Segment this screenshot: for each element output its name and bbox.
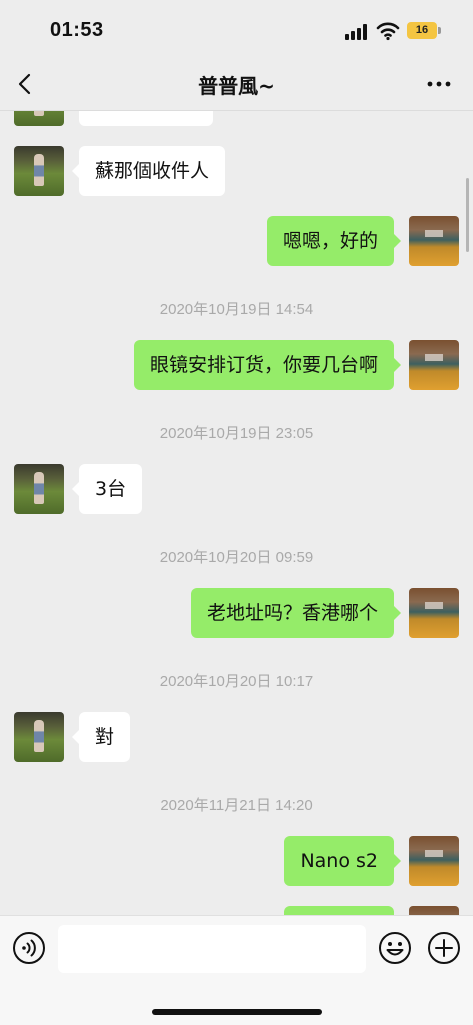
my-avatar[interactable] (409, 216, 459, 266)
contact-avatar[interactable] (14, 464, 64, 514)
message-timestamp: 2020年11月21日 14:20 (160, 797, 313, 814)
message-bubble-incoming[interactable]: 3台 (71, 464, 143, 514)
my-avatar[interactable] (409, 588, 459, 638)
message-bubble-outgoing[interactable]: 嗯嗯，好的 (266, 216, 402, 266)
message-bubble-outgoing-partial[interactable] (284, 906, 394, 915)
emoji-icon[interactable] (378, 931, 412, 965)
my-avatar[interactable] (409, 906, 459, 915)
message-timestamp: 2020年10月20日 09:59 (159, 549, 314, 566)
message-list[interactable]: 蘇那個收件人 嗯嗯，好的 2020年10月19日 14:54 眼镜安排订货，你要… (0, 111, 473, 915)
status-bar: 01:53 16 (0, 0, 473, 58)
battery-icon: 16 (407, 22, 437, 39)
message-bubble-outgoing[interactable]: 眼镜安排订货，你要几台啊 (133, 340, 402, 390)
message-timestamp: 2020年10月19日 23:05 (159, 425, 314, 442)
my-avatar[interactable] (409, 340, 459, 390)
my-avatar[interactable] (409, 836, 459, 886)
contact-avatar[interactable] (14, 111, 64, 126)
battery-nub (438, 27, 441, 34)
chat-title: 普普風~ (198, 74, 275, 98)
contact-avatar[interactable] (14, 712, 64, 762)
cellular-signal-icon (345, 24, 367, 40)
status-time: 01:53 (50, 19, 104, 41)
message-timestamp: 2020年10月19日 14:54 (159, 301, 314, 318)
chat-header: 普普風~ (0, 58, 473, 111)
input-bar (0, 915, 473, 1025)
message-bubble-incoming[interactable]: 對 (71, 712, 131, 762)
voice-input-icon[interactable] (12, 931, 46, 965)
wifi-icon (376, 22, 400, 41)
message-bubble-outgoing[interactable]: Nano s2 (284, 836, 401, 886)
message-bubble-incoming-partial[interactable] (79, 111, 213, 126)
home-indicator[interactable] (152, 1009, 322, 1015)
plus-circle-icon[interactable] (427, 931, 461, 965)
ellipsis-icon[interactable] (424, 72, 454, 96)
contact-avatar[interactable] (14, 146, 64, 196)
message-bubble-incoming[interactable]: 蘇那個收件人 (71, 146, 226, 196)
message-input[interactable] (58, 925, 366, 973)
scrollbar[interactable] (466, 178, 469, 252)
message-bubble-outgoing[interactable]: 老地址吗？香港哪个 (190, 588, 402, 638)
message-timestamp: 2020年10月20日 10:17 (159, 673, 314, 690)
